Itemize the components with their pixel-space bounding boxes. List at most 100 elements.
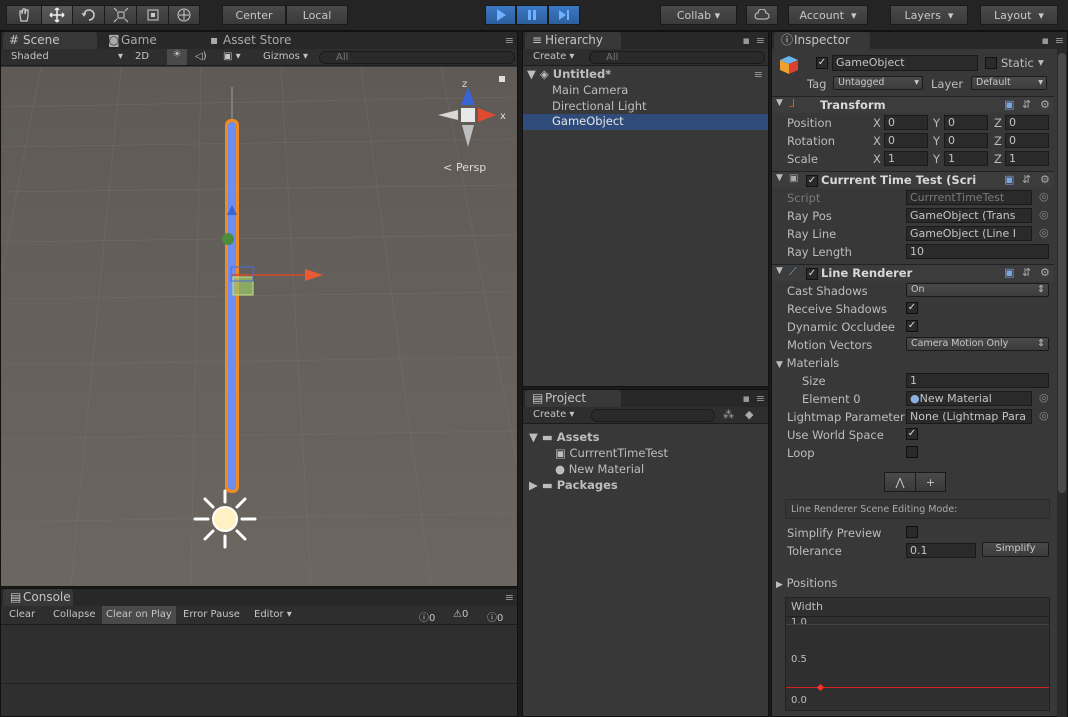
gameobject-active-checkbox[interactable]: ✓ xyxy=(816,57,828,69)
scale-tool-button[interactable] xyxy=(104,5,137,25)
preset-icon[interactable]: ⇵ xyxy=(1022,98,1031,111)
preset-icon[interactable]: ⇵ xyxy=(1022,173,1031,186)
tab-scene[interactable]: # Scene xyxy=(3,32,97,49)
materials-size-field[interactable]: 1 xyxy=(906,373,1049,388)
tab-console[interactable]: ▤ Console xyxy=(3,589,73,606)
inspector-scrollbar[interactable] xyxy=(1057,49,1067,717)
inspector-scroll-thumb[interactable] xyxy=(1058,53,1066,493)
pause-button[interactable] xyxy=(516,5,548,25)
tag-dropdown[interactable]: Untagged ▾ xyxy=(833,76,923,90)
gizmo-y-handle[interactable] xyxy=(222,233,234,245)
console-warn-count[interactable]: ⚠0 xyxy=(453,609,468,620)
console-clear-button[interactable]: Clear xyxy=(9,609,35,620)
dynamic-occludee-checkbox[interactable]: ✓ xyxy=(906,320,918,332)
gear-icon[interactable]: ⚙ xyxy=(1040,98,1050,111)
project-create-dropdown[interactable]: Create ▾ xyxy=(533,409,574,420)
move-tool-button[interactable] xyxy=(41,5,73,25)
filter-label-icon[interactable]: ◆ xyxy=(745,408,753,421)
object-picker-icon[interactable]: ◎ xyxy=(1039,391,1049,404)
ray-pos-field[interactable]: GameObject (Trans xyxy=(906,208,1032,223)
console-error-pause-button[interactable]: Error Pause xyxy=(183,609,240,620)
gear-icon[interactable]: ⚙ xyxy=(1040,266,1050,279)
transform-header[interactable]: ▼ ⅃ Transform ▣ ⇵ ⚙ xyxy=(772,96,1054,113)
project-item[interactable]: ● New Material xyxy=(555,462,644,476)
filter-type-icon[interactable]: ⁂ xyxy=(723,408,734,421)
line-renderer-enabled-checkbox[interactable]: ✓ xyxy=(806,268,818,280)
console-clear-on-play-button[interactable]: Clear on Play xyxy=(102,606,176,624)
project-search-input[interactable] xyxy=(591,409,715,422)
gizmo-plane-handle[interactable] xyxy=(232,276,254,296)
play-button[interactable] xyxy=(485,5,516,25)
console-menu-icon[interactable]: ≡ xyxy=(505,591,514,604)
console-collapse-button[interactable]: Collapse xyxy=(53,609,96,620)
gear-icon[interactable]: ⚙ xyxy=(1040,173,1050,186)
hierarchy-create-dropdown[interactable]: Create ▾ xyxy=(533,51,574,62)
effects-dropdown[interactable]: ▣ ▾ xyxy=(223,51,241,62)
step-button[interactable] xyxy=(548,5,580,25)
console-editor-dropdown[interactable]: Editor ▾ xyxy=(254,609,292,620)
pivot-local-button[interactable]: Local xyxy=(286,5,348,25)
scale-z-field[interactable]: 1 xyxy=(1005,151,1049,166)
tab-project[interactable]: ▤ Project xyxy=(525,390,621,407)
pivot-center-button[interactable]: Center xyxy=(222,5,286,25)
console-log-count[interactable]: ⓘ0 xyxy=(419,609,435,624)
object-picker-icon[interactable]: ◎ xyxy=(1039,208,1049,221)
scene-viewport[interactable]: z x < Persp xyxy=(1,67,517,586)
rotation-y-field[interactable]: 0 xyxy=(944,133,988,148)
account-dropdown[interactable]: Account ▾ xyxy=(788,5,868,25)
rotation-x-field[interactable]: 0 xyxy=(884,133,928,148)
rotation-z-field[interactable]: 0 xyxy=(1005,133,1049,148)
scene-search-input[interactable]: All xyxy=(319,51,515,64)
tab-asset-store[interactable]: ▪ Asset Store xyxy=(203,32,313,49)
scale-x-field[interactable]: 1 xyxy=(884,151,928,166)
position-z-field[interactable]: 0 xyxy=(1005,115,1049,130)
element0-field[interactable]: ●New Material xyxy=(906,391,1032,406)
inspector-menu-icon[interactable]: ≡ xyxy=(1055,34,1064,47)
ray-line-field[interactable]: GameObject (Line I xyxy=(906,226,1032,241)
script-enabled-checkbox[interactable]: ✓ xyxy=(806,175,818,187)
hierarchy-lock-icon[interactable]: ▪ xyxy=(743,34,750,47)
layers-dropdown[interactable]: Layers ▾ xyxy=(890,5,968,25)
scene-menu-icon[interactable]: ≡ xyxy=(754,68,763,81)
inspector-lock-icon[interactable]: ▪ xyxy=(1042,34,1049,47)
object-picker-icon[interactable]: ◎ xyxy=(1039,226,1049,239)
line-renderer-line[interactable] xyxy=(228,122,236,490)
width-curve-editor[interactable]: Width 1.0 0.5 0.0 xyxy=(785,597,1050,711)
project-lock-icon[interactable]: ▪ xyxy=(743,392,750,405)
loop-checkbox[interactable] xyxy=(906,446,918,458)
position-x-field[interactable]: 0 xyxy=(884,115,928,130)
lock-icon[interactable] xyxy=(499,76,505,82)
scale-y-field[interactable]: 1 xyxy=(944,151,988,166)
ray-length-field[interactable]: 10 xyxy=(906,244,1049,259)
line-renderer-header[interactable]: ▼ ⟋ ✓ Line Renderer ▣ ⇵ ⚙ xyxy=(772,264,1054,281)
tab-hierarchy[interactable]: ≡ Hierarchy xyxy=(525,32,621,49)
project-item[interactable]: ▣ CurrrentTimeTest xyxy=(555,446,668,460)
persp-label[interactable]: Persp xyxy=(456,161,486,174)
layer-dropdown[interactable]: Default ▾ xyxy=(971,76,1047,90)
width-curve-line[interactable] xyxy=(786,687,1049,688)
help-icon[interactable]: ▣ xyxy=(1004,173,1014,186)
mode-2d-toggle[interactable]: 2D xyxy=(135,51,149,62)
tolerance-field[interactable]: 0.1 xyxy=(906,543,976,558)
cast-shadows-dropdown[interactable]: On ⇕ xyxy=(906,283,1049,297)
audio-toggle[interactable]: ◁) xyxy=(195,51,207,62)
position-y-field[interactable]: 0 xyxy=(944,115,988,130)
materials-foldout[interactable]: ▼ Materials xyxy=(776,356,839,370)
lightmap-field[interactable]: None (Lightmap Para xyxy=(906,409,1032,424)
hierarchy-item[interactable]: Main Camera xyxy=(552,83,766,99)
panel-menu-icon[interactable]: ≡ xyxy=(505,34,514,47)
layout-dropdown[interactable]: Layout ▾ xyxy=(980,5,1058,25)
object-picker-icon[interactable]: ◎ xyxy=(1039,190,1049,203)
object-picker-icon[interactable]: ◎ xyxy=(1039,409,1049,422)
gizmos-dropdown[interactable]: Gizmos ▾ xyxy=(263,51,308,62)
create-points-button[interactable]: + xyxy=(915,472,946,492)
transform-tool-button[interactable] xyxy=(168,5,200,25)
cloud-button[interactable] xyxy=(746,5,778,25)
hierarchy-scene-root[interactable]: ▼ ◈ Untitled* xyxy=(527,67,611,81)
gameobject-name-field[interactable]: GameObject xyxy=(832,55,978,71)
static-checkbox[interactable] xyxy=(985,57,997,69)
positions-foldout[interactable]: ▶ Positions xyxy=(776,576,837,590)
help-icon[interactable]: ▣ xyxy=(1004,266,1014,279)
project-assets-folder[interactable]: ▼ ▬ Assets xyxy=(529,430,600,444)
tab-game[interactable]: ◙ Game xyxy=(101,32,197,49)
